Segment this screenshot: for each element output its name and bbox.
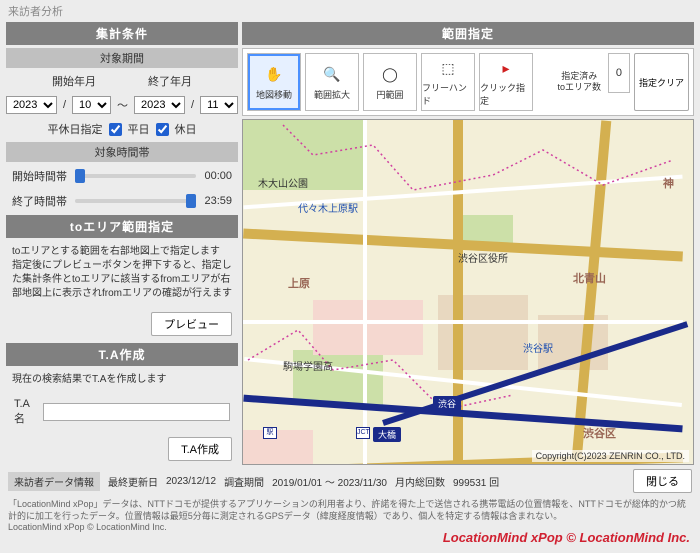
month-pop-value: 999531 回 [453, 474, 499, 489]
weekday-label: 平日 [128, 121, 150, 137]
map-toolbar: ✋地図移動 🔍範囲拡大 ◯円範囲 ⬚フリーハンド ▸クリック指定 指定済みtoエ… [242, 48, 694, 116]
end-year-label: 終了年月 [125, 73, 215, 89]
time-header: 対象時間帯 [6, 142, 238, 162]
map-label: 渋谷区役所 [458, 250, 508, 265]
weekday-checkbox[interactable] [109, 123, 122, 136]
end-time-label: 終了時間帯 [12, 193, 67, 209]
station-marker-icon: 駅 [263, 427, 277, 439]
close-button[interactable]: 閉じる [633, 469, 692, 493]
period-header: 対象期間 [6, 48, 238, 68]
ta-name-label: T.A名 [14, 398, 35, 426]
ta-name-input[interactable] [43, 403, 230, 421]
last-update-label: 最終更新日 [108, 474, 158, 489]
flag-icon: ▸ [495, 57, 517, 79]
map-area-label: 上原 [288, 275, 310, 291]
start-year-label: 開始年月 [29, 73, 119, 89]
hand-icon: ✋ [263, 64, 285, 86]
survey-label: 調査期間 [224, 474, 264, 489]
start-month-select[interactable]: 10 [72, 96, 111, 114]
freehand-icon: ⬚ [437, 57, 459, 79]
month-pop-label: 月内総回数 [395, 474, 445, 489]
ta-description: 現在の検索結果でT.Aを作成します [6, 369, 238, 391]
clear-button[interactable]: 指定クリア [634, 53, 689, 111]
map-copyright: Copyright(C)2023 ZENRIN CO., LTD. [532, 450, 689, 462]
station-shibuya: 渋谷 [433, 396, 461, 411]
map-label: 渋谷駅 [523, 340, 553, 355]
brand-watermark: LocationMind xPop © LocationMind Inc. [443, 530, 690, 545]
tool-click[interactable]: ▸クリック指定 [479, 53, 533, 111]
map-area-label: 神 [663, 175, 674, 191]
tool-circle[interactable]: ◯円範囲 [363, 53, 417, 111]
map-label: 代々木上原駅 [298, 200, 358, 215]
footer-status-bar: 来訪者データ情報 最終更新日 2023/12/12 調査期間 2019/01/0… [0, 465, 700, 497]
data-info-label: 来訪者データ情報 [8, 472, 100, 491]
map-area-label: 渋谷区 [583, 425, 616, 441]
start-year-select[interactable]: 2023 [6, 96, 57, 114]
range-header: 範囲指定 [242, 22, 694, 45]
end-time-slider[interactable] [75, 199, 196, 203]
daytype-label: 平休日指定 [48, 121, 103, 137]
start-time-label: 開始時間帯 [12, 168, 67, 184]
end-month-select[interactable]: 11 [200, 96, 238, 114]
app-title: 来訪者分析 [0, 0, 700, 22]
tool-zoom[interactable]: 🔍範囲拡大 [305, 53, 359, 111]
map[interactable]: 渋谷 大橋 三軒茶屋 JCT 駅 駅 木大山公園 代々木上原駅 上原 渋谷区役所… [242, 119, 694, 465]
magnifier-icon: 🔍 [321, 64, 343, 86]
preset-area-count: 0 [608, 53, 630, 93]
toarea-header: toエリア範囲指定 [6, 215, 238, 238]
ward-boundary-icon [243, 120, 683, 465]
holiday-checkbox[interactable] [156, 123, 169, 136]
last-update-value: 2023/12/12 [166, 476, 216, 487]
toarea-description: toエリアとする範囲を右部地図上で指定します 指定後にプレビューボタンを押下する… [6, 241, 238, 305]
end-year-select[interactable]: 2023 [134, 96, 185, 114]
jct-icon: JCT [356, 427, 370, 439]
ta-create-button[interactable]: T.A作成 [168, 437, 232, 461]
station-ohashi: 大橋 [373, 427, 401, 442]
preset-area-label: 指定済みtoエリア数 [554, 53, 604, 111]
tilde: ～ [117, 97, 128, 113]
survey-value: 2019/01/01 ～ 2023/11/30 [272, 474, 387, 489]
end-time-value: 23:59 [204, 195, 232, 207]
start-time-value: 00:00 [204, 170, 232, 182]
cond-header: 集計条件 [6, 22, 238, 45]
preview-button[interactable]: プレビュー [151, 312, 232, 336]
map-area-label: 北青山 [573, 270, 606, 286]
map-label: 木大山公園 [258, 175, 308, 190]
ta-header: T.A作成 [6, 343, 238, 366]
tool-freehand[interactable]: ⬚フリーハンド [421, 53, 475, 111]
holiday-label: 休日 [175, 121, 197, 137]
circle-icon: ◯ [379, 64, 401, 86]
start-time-slider[interactable] [75, 174, 196, 178]
tool-map-move[interactable]: ✋地図移動 [247, 53, 301, 111]
map-label: 駒場学園高 [283, 358, 333, 373]
